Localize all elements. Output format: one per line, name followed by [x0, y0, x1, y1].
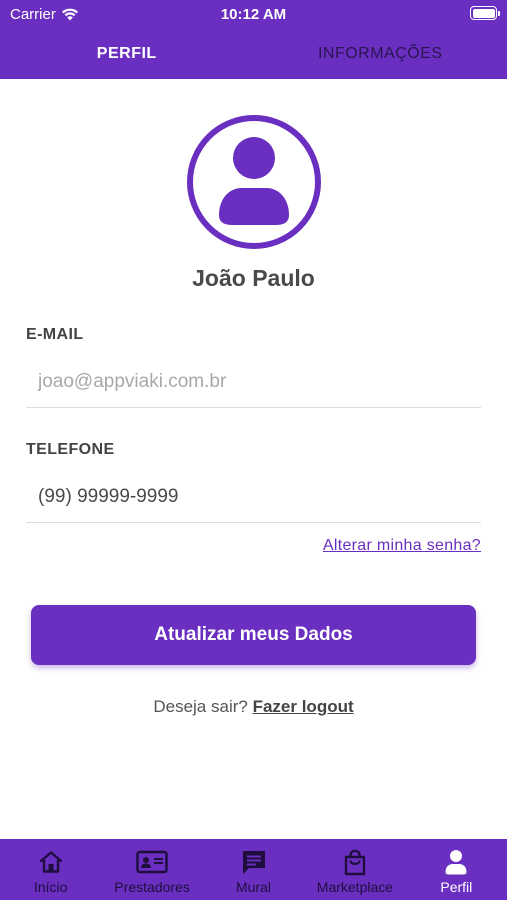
profile-name: João Paulo [192, 265, 315, 291]
logout-link[interactable]: Fazer logout [253, 697, 354, 716]
message-board-icon [242, 851, 265, 874]
status-bar: Carrier 10:12 AM [0, 0, 507, 28]
nav-item-mural[interactable]: Mural [203, 839, 304, 900]
tab-perfil[interactable]: PERFIL [0, 28, 254, 79]
user-avatar-icon [219, 137, 289, 225]
status-time: 10:12 AM [220, 6, 287, 23]
id-card-icon [136, 850, 168, 874]
email-field[interactable]: joao@appviaki.com.br [26, 356, 481, 408]
logout-row: Deseja sair? Fazer logout [0, 697, 507, 717]
update-data-button[interactable]: Atualizar meus Dados [31, 605, 476, 665]
app-header: Carrier 10:12 AM PERFIL INFORMAÇÕES [0, 0, 507, 79]
phone-field[interactable]: (99) 99999-9999 [26, 471, 481, 523]
nav-item-marketplace[interactable]: Marketplace [304, 839, 405, 900]
phone-label: TELEFONE [26, 441, 115, 458]
avatar[interactable] [187, 115, 321, 249]
nav-label-perfil: Perfil [440, 879, 473, 895]
tab-informacoes[interactable]: INFORMAÇÕES [254, 28, 507, 79]
nav-item-perfil[interactable]: Perfil [406, 839, 507, 900]
change-password-link[interactable]: Alterar minha senha? [323, 537, 481, 555]
nav-item-inicio[interactable]: Início [0, 839, 101, 900]
home-icon [39, 851, 62, 873]
bottom-nav: Início Prestadores Mural Marketplace Per… [0, 839, 507, 900]
nav-item-prestadores[interactable]: Prestadores [101, 839, 202, 900]
logout-prompt: Deseja sair? [153, 697, 248, 716]
battery-icon [470, 6, 500, 20]
nav-label-marketplace: Marketplace [316, 879, 394, 895]
nav-label-prestadores: Prestadores [114, 879, 190, 895]
nav-label-inicio: Início [33, 879, 68, 895]
profile-tabs: PERFIL INFORMAÇÕES [0, 28, 507, 79]
shopping-bag-icon [344, 849, 366, 875]
nav-label-mural: Mural [236, 879, 272, 895]
email-label: E-MAIL [26, 326, 84, 343]
user-icon [445, 850, 467, 875]
